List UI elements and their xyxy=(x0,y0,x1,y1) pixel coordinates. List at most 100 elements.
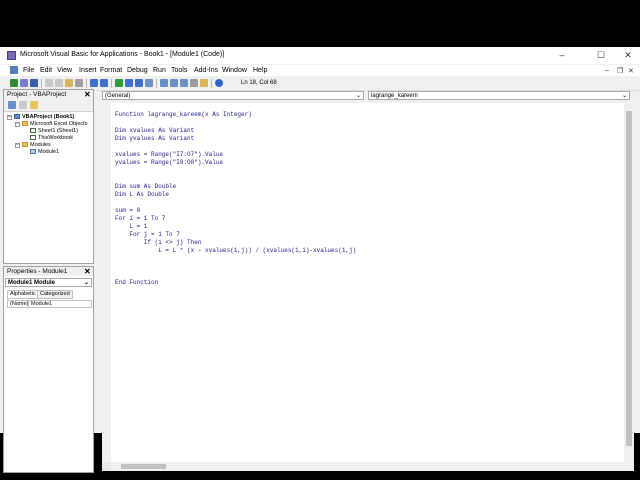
tab-categorized[interactable]: Categorized xyxy=(37,290,73,299)
tree-node-excel-objects[interactable]: − Microsoft Excel Objects xyxy=(15,121,87,128)
view-toggle-icons[interactable] xyxy=(102,462,111,471)
tree-node-thisworkbook[interactable]: ThisWorkbook xyxy=(30,135,73,142)
minimize-button[interactable]: – xyxy=(550,47,574,64)
copy-icon[interactable] xyxy=(55,79,63,87)
folder-icon xyxy=(22,142,28,147)
mdi-close-button[interactable]: ✕ xyxy=(628,67,634,75)
collapse-icon[interactable]: − xyxy=(15,143,20,148)
mdi-restore-button[interactable]: ❐ xyxy=(617,67,623,75)
tree-node-module1[interactable]: Module1 xyxy=(30,149,59,156)
close-button[interactable]: ✕ xyxy=(616,47,640,64)
code-line: L = L * (x - xvalues(1,j)) / (xvalues(1,… xyxy=(115,247,357,254)
undo-icon[interactable] xyxy=(90,79,98,87)
tab-alphabetic[interactable]: Alphabetic xyxy=(7,290,39,299)
code-line: Dim xvalues As Variant xyxy=(115,127,195,134)
code-line: sum = 0 xyxy=(115,207,141,214)
vertical-scroll-thumb[interactable] xyxy=(626,111,632,446)
properties-object-select[interactable]: Module1 Module ⌄ xyxy=(5,278,92,287)
chevron-down-icon: ⌄ xyxy=(621,93,627,99)
module-icon[interactable] xyxy=(10,66,18,74)
collapse-icon[interactable]: − xyxy=(15,122,20,127)
reset-icon[interactable] xyxy=(135,79,143,87)
vertical-scrollbar[interactable] xyxy=(624,103,634,462)
procedure-select[interactable]: lagrange_kareem ⌄ xyxy=(368,91,630,100)
menu-run[interactable]: Run xyxy=(153,67,166,74)
tree-node-sheet1[interactable]: Sheet1 (Sheet1) xyxy=(30,128,78,135)
project-panel-toolbar xyxy=(4,99,93,112)
cursor-position: Ln 18, Col 68 xyxy=(241,80,277,86)
run-icon[interactable] xyxy=(115,79,123,87)
menu-window[interactable]: Window xyxy=(222,67,247,74)
code-line: For i = 1 To 7 xyxy=(115,215,166,222)
chevron-down-icon: ⌄ xyxy=(83,280,89,286)
cut-icon[interactable] xyxy=(45,79,53,87)
sheet-icon xyxy=(30,128,36,133)
menu-debug[interactable]: Debug xyxy=(127,67,148,74)
object-select[interactable]: (General) ⌄ xyxy=(102,91,364,100)
vba-app-icon xyxy=(7,51,16,60)
properties-panel-close-button[interactable]: ✕ xyxy=(84,267,91,276)
toolbar-separator xyxy=(111,79,112,88)
horizontal-scroll-thumb[interactable] xyxy=(121,464,166,469)
menu-tools[interactable]: Tools xyxy=(171,67,187,74)
toolbar-separator xyxy=(86,79,87,88)
find-icon[interactable] xyxy=(75,79,83,87)
menu-add-ins[interactable]: Add-Ins xyxy=(194,67,218,74)
code-line: Function lagrange_kareem(x As Integer) xyxy=(115,111,252,118)
project-panel-close-button[interactable]: ✕ xyxy=(84,90,91,99)
view-object-icon[interactable] xyxy=(19,101,27,109)
code-line: For j = 1 To 7 xyxy=(115,231,180,238)
menu-insert[interactable]: Insert xyxy=(79,67,97,74)
save-icon[interactable] xyxy=(30,79,38,87)
code-line: yvalues = Range("I8:O8").Value xyxy=(115,159,224,166)
properties-window-icon[interactable] xyxy=(170,79,178,87)
collapse-icon[interactable]: − xyxy=(7,115,12,120)
code-line: Dim L As Double xyxy=(115,191,170,198)
project-explorer-icon[interactable] xyxy=(160,79,168,87)
margin-indicator-bar[interactable] xyxy=(102,103,111,462)
excel-icon[interactable] xyxy=(10,79,18,87)
code-line: End Function xyxy=(115,279,159,286)
help-icon[interactable] xyxy=(215,79,223,87)
code-line: Dim yvalues As Variant xyxy=(115,135,195,142)
break-icon[interactable] xyxy=(125,79,133,87)
toggle-folders-icon[interactable] xyxy=(30,101,38,109)
menu-bar: File Edit View Insert Format Debug Run T… xyxy=(0,65,640,76)
mdi-minimize-button[interactable]: – xyxy=(605,67,609,74)
object-browser-icon[interactable] xyxy=(180,79,188,87)
code-line: If (i <> j) Then xyxy=(115,239,202,246)
toolbar-separator xyxy=(211,79,212,88)
horizontal-scrollbar[interactable] xyxy=(111,462,634,471)
paste-icon[interactable] xyxy=(65,79,73,87)
menu-format[interactable]: Format xyxy=(100,67,122,74)
code-line: xvalues = Range("I7:O7").Value xyxy=(115,151,224,158)
title-bar: Microsoft Visual Basic for Applications … xyxy=(0,47,640,64)
toolbox-icon[interactable] xyxy=(190,79,198,87)
redo-icon[interactable] xyxy=(100,79,108,87)
chevron-down-icon: ⌄ xyxy=(355,93,361,99)
menu-help[interactable]: Help xyxy=(253,67,267,74)
insert-module-icon[interactable] xyxy=(20,79,28,87)
property-row-name[interactable]: (Name) Module1 xyxy=(7,300,92,308)
folder-icon xyxy=(22,121,28,126)
menu-edit[interactable]: Edit xyxy=(40,67,52,74)
maximize-button[interactable]: ☐ xyxy=(589,47,613,64)
menu-file[interactable]: File xyxy=(23,67,34,74)
view-code-icon[interactable] xyxy=(8,101,16,109)
tree-node-vbaproject[interactable]: − VBAProject (Book1) xyxy=(7,114,74,121)
menu-view[interactable]: View xyxy=(57,67,72,74)
design-mode-icon[interactable] xyxy=(145,79,153,87)
tree-node-modules[interactable]: − Modules xyxy=(15,142,51,149)
properties-panel-title: Properties - Module1 xyxy=(4,267,93,276)
project-icon xyxy=(14,114,20,119)
property-divider xyxy=(28,301,29,307)
tools-icon[interactable] xyxy=(200,79,208,87)
code-text[interactable]: Function lagrange_kareem(x As Integer) D… xyxy=(115,103,356,303)
